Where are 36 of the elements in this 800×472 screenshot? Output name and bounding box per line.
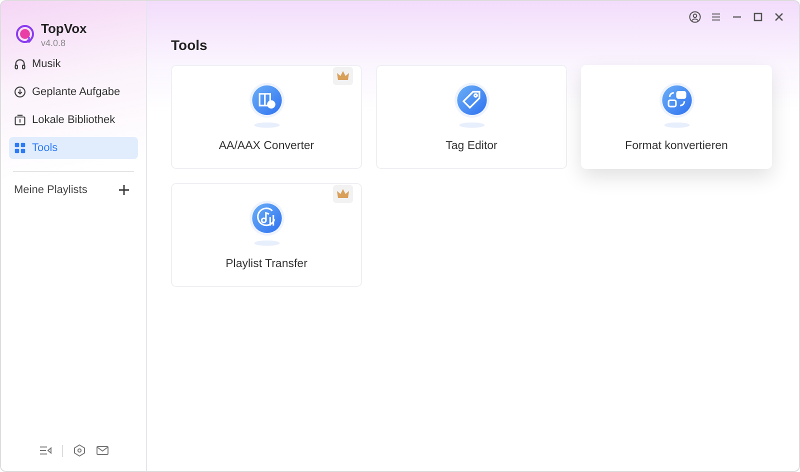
- close-icon[interactable]: [773, 11, 785, 23]
- library-icon: [14, 114, 26, 126]
- app-name: TopVox: [41, 20, 87, 36]
- version-label: v4.0.8: [41, 38, 67, 48]
- tool-card[interactable]: Tag Editor: [376, 65, 567, 169]
- icon-glow: [664, 122, 690, 128]
- collapse-icon[interactable]: [38, 444, 52, 457]
- tool-label: Tag Editor: [446, 140, 498, 152]
- grid-icon: [14, 142, 26, 154]
- sidebar-item[interactable]: Musik: [9, 53, 138, 75]
- icon-glow: [254, 240, 280, 246]
- tool-label: Format konvertieren: [625, 140, 728, 152]
- tool-label: AA/AAX Converter: [218, 140, 314, 152]
- icon-glow: [458, 122, 484, 128]
- book-icon: [249, 82, 284, 118]
- tag-icon: [454, 82, 489, 118]
- sidebar-item[interactable]: Lokale Bibliothek: [9, 109, 138, 131]
- headphones-icon: [14, 58, 26, 70]
- tool-card[interactable]: AA/AAX Converter: [171, 65, 362, 169]
- music-disc-icon: [249, 200, 284, 236]
- download-icon: [14, 86, 26, 98]
- tool-card[interactable]: Format konvertieren: [581, 65, 772, 169]
- page-title: Tools: [171, 37, 208, 53]
- logo-icon: [15, 24, 35, 44]
- add-icon[interactable]: [118, 184, 130, 196]
- icon-glow: [254, 122, 280, 128]
- maximize-icon[interactable]: [752, 11, 764, 23]
- mail-icon[interactable]: [96, 444, 108, 457]
- menu-icon[interactable]: [710, 11, 722, 23]
- account-icon[interactable]: [689, 11, 701, 23]
- sidebar-item[interactable]: Geplante Aufgabe: [9, 81, 138, 103]
- convert-icon: [659, 82, 694, 118]
- playlists-label: Meine Playlists: [14, 184, 88, 196]
- tool-label: Playlist Transfer: [226, 258, 308, 270]
- tool-card[interactable]: Playlist Transfer: [171, 183, 362, 287]
- settings-icon[interactable]: [72, 444, 86, 457]
